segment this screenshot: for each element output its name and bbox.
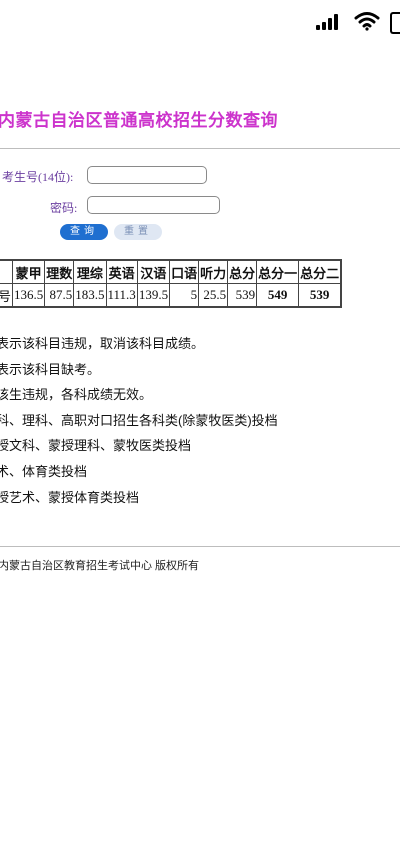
table-cell: 539 (298, 283, 342, 308)
note-item: 该生违规，各科成绩无效。 (0, 387, 153, 403)
table-cell: 136.5 (11, 283, 46, 308)
table-header: 口语 (169, 259, 200, 284)
divider (0, 546, 400, 547)
table-header: 听力 (198, 259, 229, 284)
note-item: 授文科、蒙授理科、蒙牧医类投档 (0, 438, 192, 454)
note-item: 授艺术、蒙授体育类投档 (0, 489, 140, 505)
footer-copyright: 内蒙古自治区教育招生考试中心 版权所有 (0, 560, 200, 572)
table-cell: 号 (0, 283, 13, 308)
exam-id-label: 考生号(14位): (2, 170, 74, 184)
table-cell: 25.5 (198, 283, 229, 308)
score-table: 蒙甲 理数 理综 英语 汉语 口语 听力 总分 总分一 总分二 号 136.5 … (0, 259, 343, 308)
query-button[interactable]: 查询 (60, 224, 108, 240)
battery-icon (390, 12, 400, 34)
table-row: 号 136.5 87.5 183.5 111.3 139.5 5 25.5 53… (0, 283, 342, 308)
note-item: 表示该科目缺考。 (0, 361, 101, 377)
note-item: 科、理科、高职对口招生各科类(除蒙牧医类)投档 (0, 412, 278, 428)
table-cell: 549 (256, 283, 300, 308)
table-header: 蒙甲 (11, 259, 46, 284)
table-cell: 87.5 (44, 283, 75, 308)
table-header: 英语 (105, 259, 138, 284)
table-header: 总分二 (298, 259, 342, 284)
table-cell: 5 (169, 283, 200, 308)
table-cell: 139.5 (136, 283, 171, 308)
table-header-row: 蒙甲 理数 理综 英语 汉语 口语 听力 总分 总分一 总分二 (0, 259, 342, 284)
divider (0, 148, 400, 149)
table-header (0, 259, 13, 284)
signal-icon (316, 14, 342, 30)
note-item: 术、体育类投档 (0, 463, 88, 479)
page-title: 内蒙古自治区普通高校招生分数查询 (0, 111, 278, 130)
table-header: 汉语 (136, 259, 171, 284)
table-header: 总分一 (256, 259, 300, 284)
status-bar (0, 0, 400, 44)
note-item: 表示该科目违规，取消该科目成绩。 (0, 336, 205, 351)
wifi-icon (354, 12, 380, 31)
exam-id-input[interactable] (87, 166, 207, 184)
password-input[interactable] (87, 196, 220, 214)
table-header: 理综 (73, 259, 107, 284)
table-header: 理数 (44, 259, 75, 284)
notes-list: 表示该科目违规，取消该科目成绩。 表示该科目缺考。 该生违规，各科成绩无效。 科… (0, 331, 278, 510)
table-cell: 111.3 (105, 283, 138, 308)
password-label: 密码: (50, 201, 78, 215)
table-header: 总分 (227, 259, 258, 284)
reset-button[interactable]: 重置 (114, 224, 162, 240)
table-cell: 183.5 (73, 283, 107, 308)
table-cell: 539 (227, 283, 258, 308)
